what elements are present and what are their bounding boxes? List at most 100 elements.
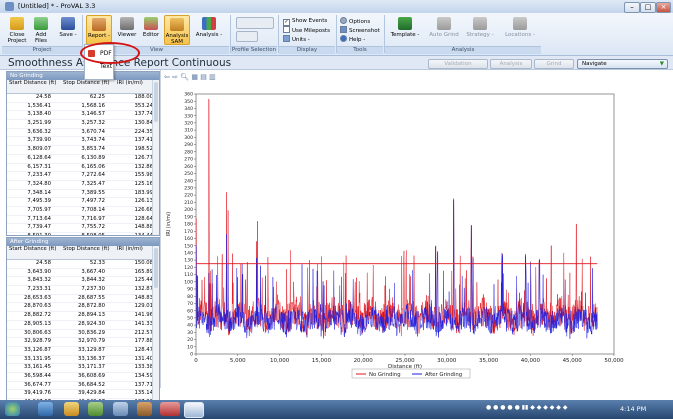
table-row[interactable]: 7,713.64 7,716.97 128.64 (7, 216, 159, 225)
media-icon[interactable] (88, 402, 103, 416)
table-row[interactable]: 7,324.80 7,325.47 125.16 (7, 181, 159, 190)
table-row[interactable]: 6,128.64 6,130.89 126.77 (7, 155, 159, 164)
table-row[interactable]: 3,843.32 3,844.32 125.44 (7, 277, 159, 287)
start-button[interactable] (5, 402, 20, 416)
table-row[interactable]: 30,806.63 30,836.29 212.57 (7, 330, 159, 339)
help-button[interactable]: Help - (340, 35, 365, 43)
table-cell: 1,568.16 (81, 102, 105, 109)
navigate-dropdown[interactable]: Navigate ▼ (577, 59, 668, 69)
profile-selection-list[interactable] (236, 17, 274, 29)
calculator-icon[interactable] (137, 402, 152, 416)
options-button[interactable]: Options (340, 17, 370, 25)
close-window-button[interactable]: × (656, 2, 671, 13)
analysis-sam-button[interactable]: Analysis SAM (164, 15, 190, 45)
profile-selection-toggle[interactable] (236, 31, 258, 42)
camera-icon (340, 26, 347, 33)
template-button[interactable]: Template - (388, 15, 422, 38)
y-tick-label: 130 (184, 258, 193, 264)
copy-icon[interactable]: ▥ (209, 73, 216, 81)
y-tick-label: 150 (184, 243, 193, 249)
units-dropdown[interactable]: Units - (283, 35, 310, 43)
y-tick-label: 180 (184, 222, 193, 228)
table-row[interactable]: 3,636.32 3,670.74 224.35 (7, 129, 159, 138)
locations-button[interactable]: Locations - (502, 15, 538, 38)
table-row[interactable]: 36,598.44 36,608.69 134.59 (7, 373, 159, 382)
app-icon-taskbar[interactable] (113, 402, 128, 416)
use-mileposts-checkbox[interactable]: Use Mileposts (283, 26, 330, 34)
zoom-icon[interactable]: 🔍︎ (180, 73, 189, 81)
table-row[interactable]: 39,419.76 39,429.84 135.14 (7, 390, 159, 399)
print-icon[interactable]: ▤ (200, 73, 207, 81)
table-row[interactable]: 28,905.13 28,924.30 141.33 (7, 321, 159, 330)
table-cell: 212.57 (134, 329, 153, 336)
table-row[interactable]: 3,251.99 3,257.32 130.84 (7, 120, 159, 129)
analysis-button[interactable]: Analysis - (194, 15, 224, 38)
table-row[interactable]: 32,928.79 32,970.79 177.88 (7, 338, 159, 347)
table-cell: 148.83 (134, 294, 153, 301)
table-row[interactable]: 7,233.47 7,272.64 155.98 (7, 172, 159, 181)
table-row[interactable]: 28,870.63 28,872.80 129.01 (7, 303, 159, 313)
iri-chart[interactable]: 0 10203040 5060708090 100110120130 140150160… (162, 82, 668, 388)
explorer-icon[interactable] (64, 402, 79, 416)
table-row[interactable]: 33,161.45 33,171.37 133.38 (7, 364, 159, 373)
table-row[interactable]: 24.58 52.33 150.08 (7, 260, 159, 269)
x-tick-label: 20,000 (354, 358, 374, 364)
table-row[interactable]: 6,157.31 6,165.06 132.86 (7, 164, 159, 173)
table-row[interactable]: 1,536.41 1,568.16 353.24 (7, 103, 159, 112)
proval-taskbar-button[interactable] (184, 402, 204, 418)
show-events-checkbox[interactable]: ✓ Show Events (283, 17, 327, 26)
ie-icon[interactable] (38, 402, 53, 416)
editor-button[interactable]: Editor (140, 15, 162, 38)
scrollbar[interactable] (152, 246, 159, 400)
report-button[interactable]: Report - (86, 15, 112, 45)
table-row[interactable]: 3,138.40 3,146.57 137.74 (7, 111, 159, 121)
table-row[interactable]: 36,674.77 36,684.52 137.71 (7, 382, 159, 391)
table-cell: 7,272.64 (81, 172, 105, 179)
table-row[interactable]: 33,131.95 33,136.37 131.40 (7, 356, 159, 365)
table-row[interactable]: 33,126.87 33,129.87 128.47 (7, 347, 159, 356)
minimize-button[interactable]: – (624, 2, 640, 13)
table-cell: 36,598.44 (24, 372, 51, 379)
table-row[interactable]: 3,739.90 3,743.74 137.41 (7, 137, 159, 147)
maximize-button[interactable]: □ (640, 2, 656, 13)
table-row[interactable]: 8,591.30 8,598.05 134.44 (7, 233, 159, 235)
table-cell: 33,126.87 (24, 346, 51, 353)
table-row[interactable]: 7,495.39 7,497.72 126.13 (7, 198, 159, 207)
table-row[interactable]: 28,653.63 28,687.55 148.83 (7, 295, 159, 304)
x-tick-label: 40,000 (521, 358, 541, 364)
analysis-tab-button[interactable]: Analysis (490, 59, 532, 69)
x-tick-label: 0 (194, 358, 198, 364)
table-cell: 39,419.76 (24, 390, 51, 397)
scrollbar[interactable] (152, 80, 159, 235)
table-cell: 137.71 (134, 381, 153, 388)
validation-button[interactable]: Validation (428, 59, 488, 69)
y-tick-label: 300 (184, 135, 193, 141)
forward-arrow-icon[interactable]: ⇨ (172, 73, 178, 81)
pdf-reader-icon[interactable] (160, 402, 180, 416)
table-cell: 148.88 (134, 224, 153, 231)
strategy-button[interactable]: Strategy - (464, 15, 496, 38)
auto-grind-button[interactable]: Auto Grind (428, 15, 460, 38)
table-row[interactable]: 24.58 62.25 188.00 (7, 94, 159, 103)
table-cell: 3,643.90 (27, 268, 51, 275)
y-tick-label: 40 (187, 323, 193, 329)
table-row[interactable]: 7,739.47 7,755.72 148.88 (7, 224, 159, 233)
save-button[interactable]: Save - (58, 15, 78, 38)
panel-header: After Grinding (7, 238, 159, 246)
table-row[interactable]: 3,643.90 3,667.40 165.89 (7, 269, 159, 278)
viewer-icon (120, 17, 134, 30)
table-row[interactable]: 28,882.72 28,894.13 141.96 (7, 312, 159, 321)
screenshot-button[interactable]: Screenshot (340, 26, 380, 34)
table-row[interactable]: 3,809.07 3,853.74 198.52 (7, 146, 159, 155)
add-files-button[interactable]: Add Files (31, 15, 51, 44)
table-row[interactable]: 7,348.14 7,389.55 183.99 (7, 190, 159, 199)
title-bar: [Untitled] * - ProVAL 3.3 – □ × (0, 0, 673, 14)
close-project-button[interactable]: Close Project (6, 15, 28, 44)
viewer-button[interactable]: Viewer (116, 15, 138, 38)
table-row[interactable]: 7,705.97 7,708.14 126.66 (7, 207, 159, 216)
table-row[interactable]: 7,233.31 7,237.30 132.87 (7, 286, 159, 295)
table-cell: 131.40 (134, 355, 153, 362)
grid-icon[interactable]: ▦ (191, 73, 198, 81)
grind-button[interactable]: Grind (534, 59, 574, 69)
back-arrow-icon[interactable]: ⇦ (164, 73, 170, 81)
